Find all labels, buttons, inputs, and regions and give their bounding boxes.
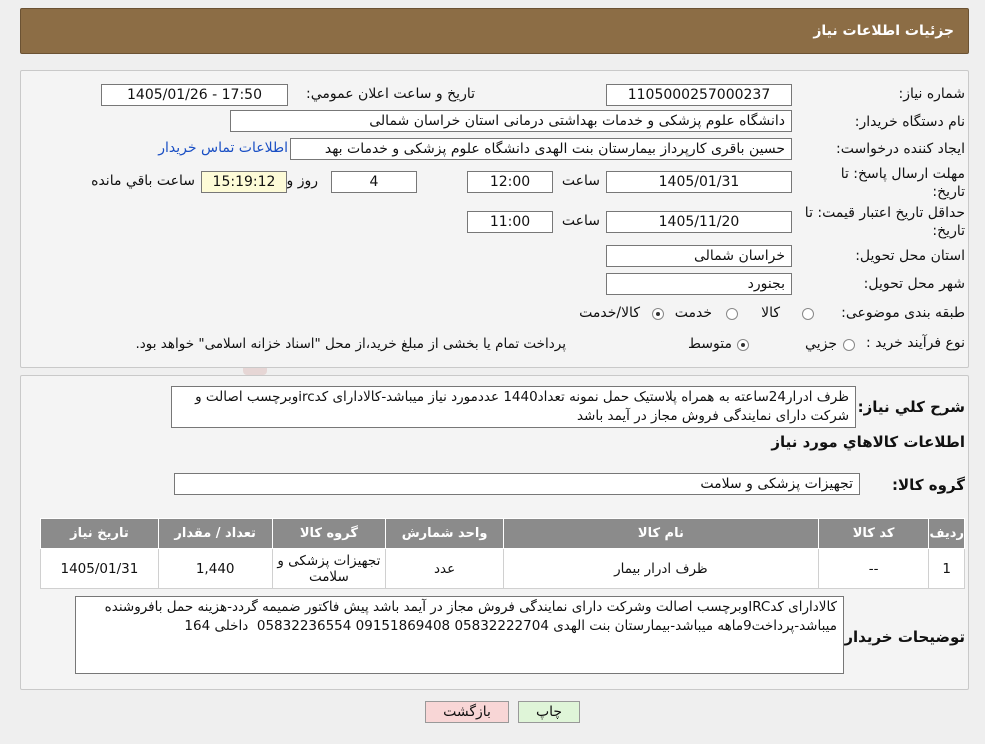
deadline-label-date: تاريخ: xyxy=(932,184,965,200)
buyer-notes-textarea[interactable]: کالادارای کدIRCوبرچسب اصالت وشرکت دارای … xyxy=(75,596,844,674)
province-label: استان محل تحويل: xyxy=(855,248,965,264)
deadline-date-field[interactable]: 1405/01/31 xyxy=(606,171,792,193)
cell-quantity: 1,440 xyxy=(157,548,273,589)
need-number-label: شماره نیاز: xyxy=(898,86,966,102)
process-radio-medium[interactable] xyxy=(737,339,749,351)
summary-label: شرح كلي نياز: xyxy=(857,398,965,416)
page-header: جزئیات اطلاعات نیاز xyxy=(20,8,969,54)
cell-goods-name: ظرف ادرار بیمار xyxy=(502,548,819,589)
validity-time-field[interactable]: 11:00 xyxy=(467,211,553,233)
category-radio-goods[interactable] xyxy=(802,308,814,320)
need-number-field[interactable]: 1105000257000237 xyxy=(606,84,792,106)
process-option-medium: متوسط xyxy=(688,336,732,352)
buyer-org-field[interactable]: دانشگاه علوم پزشکی و خدمات بهداشتی درمان… xyxy=(230,110,792,132)
buyer-notes-label: توضيحات خريدار: xyxy=(838,628,965,646)
print-button[interactable]: چاپ xyxy=(518,701,580,723)
col-quantity: تعداد / مقدار xyxy=(157,518,273,549)
cell-row-number: 1 xyxy=(928,548,965,589)
category-radio-service[interactable] xyxy=(726,308,738,320)
category-label: طبقه بندی موضوعی: xyxy=(841,305,965,321)
remaining-time-label: ساعت باقي مانده xyxy=(91,173,195,189)
deadline-time-field[interactable]: 12:00 xyxy=(467,171,553,193)
remaining-time-field: 15:19:12 xyxy=(201,171,287,193)
validity-label: حداقل تاريخ اعتبار قيمت: تا xyxy=(804,205,965,221)
announce-datetime-label: تاريخ و ساعت اعلان عمومي: xyxy=(306,86,475,102)
table-row[interactable]: 1405/01/31 1,440 تجهیزات پزشکی و سلامت ع… xyxy=(40,548,965,589)
goods-table-header: تاريخ نياز تعداد / مقدار گروه کالا واحد … xyxy=(40,518,965,549)
col-goods-group: گروه کالا xyxy=(271,518,387,549)
col-goods-code: کد کالا xyxy=(817,518,930,549)
process-type-label: نوع فرآيند خريد : xyxy=(866,335,965,351)
category-option-service: خدمت xyxy=(674,305,712,321)
process-option-minor: جزيي xyxy=(805,336,837,352)
process-note: پرداخت تمام يا بخشی از مبلغ خريد،از محل … xyxy=(135,336,566,352)
goods-group-field[interactable]: تجهيزات پزشکی و سلامت xyxy=(174,473,860,495)
cell-goods-code: -- xyxy=(817,548,930,589)
province-field[interactable]: خراسان شمالی xyxy=(606,245,792,267)
col-unit: واحد شمارش xyxy=(385,518,504,549)
days-label: روز و xyxy=(286,173,319,189)
deadline-time-label: ساعت xyxy=(561,173,600,189)
goods-section-title: اطلاعات كالاهاي مورد نياز xyxy=(771,433,965,451)
cell-goods-group: تجهیزات پزشکی و سلامت xyxy=(271,548,387,589)
cell-unit: عدد xyxy=(385,548,504,589)
process-radio-minor[interactable] xyxy=(843,339,855,351)
col-need-date: تاريخ نياز xyxy=(40,518,159,549)
deadline-label: مهلت ارسال پاسخ: تا xyxy=(840,166,965,182)
buyer-org-label: نام دستگاه خريدار: xyxy=(854,114,965,130)
validity-time-label: ساعت xyxy=(561,213,600,229)
validity-label-date: تاريخ: xyxy=(932,223,965,239)
city-label: شهر محل تحويل: xyxy=(863,276,965,292)
announce-datetime-field[interactable]: 1405/01/26 - 17:50 xyxy=(101,84,288,106)
back-button[interactable]: بازگشت xyxy=(425,701,509,723)
validity-date-field[interactable]: 1405/11/20 xyxy=(606,211,792,233)
buyer-contact-link[interactable]: اطلاعات تماس خريدار xyxy=(158,140,288,156)
creator-field[interactable]: حسین باقری کارپرداز بیمارستان بنت الهدی … xyxy=(290,138,792,160)
category-radio-goods-service[interactable] xyxy=(652,308,664,320)
summary-textarea[interactable]: ظرف ادرار24ساعته به همراه پلاستیک حمل نم… xyxy=(171,386,856,428)
city-field[interactable]: بجنورد xyxy=(606,273,792,295)
cell-need-date: 1405/01/31 xyxy=(40,548,159,589)
category-option-goods-service: کالا/خدمت xyxy=(579,305,640,321)
creator-label: ايجاد کننده درخواست: xyxy=(836,141,965,157)
goods-table: تاريخ نياز تعداد / مقدار گروه کالا واحد … xyxy=(40,518,965,589)
col-goods-name: نام کالا xyxy=(502,518,819,549)
page-title: جزئیات اطلاعات نیاز xyxy=(813,23,954,39)
category-option-goods: کالا xyxy=(761,305,780,321)
goods-group-label: گروه کالا: xyxy=(892,476,965,494)
remaining-days-field[interactable]: 4 xyxy=(331,171,417,193)
col-row-number: رديف xyxy=(928,518,965,549)
